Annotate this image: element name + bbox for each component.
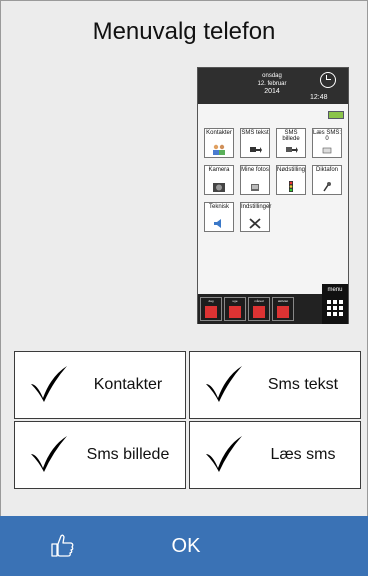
phone-tile-sms-billede: SMS billede [276,128,306,158]
tile-label: SMS tekst [241,130,269,136]
microphone-icon [323,182,331,192]
phone-menu-button: menu [322,284,348,324]
contacts-icon [213,144,225,155]
read-sms-icon [322,147,332,154]
tile-label: Kamera [208,167,230,173]
phone-preview: onsdag 12. februar 2014 12:48 Kontakter … [197,67,349,324]
option-label: Kontakter [93,376,163,393]
tile-label: SMS billede [282,130,300,142]
menu-label: aktivitet [277,299,289,303]
option-sms-tekst[interactable]: Sms tekst [189,351,361,419]
option-label: Sms billede [86,446,170,463]
menu-label: dag [208,299,214,303]
page-title: Menuvalg telefon [92,18,276,45]
phone-tile-teknisk: Teknisk [204,202,234,232]
phone-year: 2014 [264,88,280,95]
option-sms-billede[interactable]: Sms billede [14,421,186,489]
photos-icon [251,184,259,191]
sms-image-icon [286,147,298,153]
battery-icon [328,111,344,119]
phone-tile-mine-fotos: Mine fotos [240,165,270,195]
phone-day: onsdag [262,73,282,79]
option-label: Læs sms [270,446,336,463]
tile-label: Kontakter [206,130,232,136]
speaker-icon [214,219,221,228]
tile-label: Diktafon [315,167,338,173]
activity-icon [277,306,289,318]
phone-tile-laes-sms: Læs SMS: 0 [312,128,342,158]
phone-date: onsdag 12. februar 2014 [236,72,308,96]
phone-menu-maaned: måned [248,297,270,321]
phone-date-text: 12. februar [257,81,287,87]
tile-label: Teknisk [208,204,229,210]
calendar-icon [205,306,217,318]
phone-tile-diktafon: Diktafon [312,165,342,195]
option-kontakter[interactable]: Kontakter [14,351,186,419]
tile-label: Indstillinger [241,204,272,210]
tile-label: Mine fotos [241,167,269,173]
thumbs-up-icon [51,534,74,557]
menu-label: uge [232,299,238,303]
menu-label: menu [327,287,343,293]
ok-button[interactable]: OK [0,516,368,576]
phone-menu-uge: uge [224,297,246,321]
phone-status-bar: onsdag 12. februar 2014 12:48 [198,68,348,104]
clock-icon [320,72,336,88]
tools-icon [249,218,261,229]
phone-time: 12:48 [310,94,328,101]
option-label: Sms tekst [267,376,339,393]
checkmark-icon [206,436,242,472]
tile-label: Nødstilling [277,167,306,173]
phone-tile-kontakter: Kontakter [204,128,234,158]
checkmark-icon [31,366,67,402]
grid-icon [327,300,343,316]
traffic-light-icon [289,181,293,192]
phone-tile-sms-tekst: SMS tekst [240,128,270,158]
phone-menu-aktivitet: aktivitet [272,297,294,321]
phone-menu-dag: dag [200,297,222,321]
tile-label: Læs SMS: 0 [313,130,342,142]
menu-label: måned [254,299,264,303]
checkmark-icon [206,366,242,402]
sms-text-icon [250,147,262,153]
checkmark-icon [31,436,67,472]
phone-tile-nodstilling: Nødstilling [276,165,306,195]
phone-tile-indstillinger: Indstillinger [240,202,272,232]
calendar-icon [253,306,265,318]
option-laes-sms[interactable]: Læs sms [189,421,361,489]
phone-tile-kamera: Kamera [204,165,234,195]
camera-icon [213,183,225,192]
calendar-icon [229,306,241,318]
ok-label: OK [171,535,201,557]
